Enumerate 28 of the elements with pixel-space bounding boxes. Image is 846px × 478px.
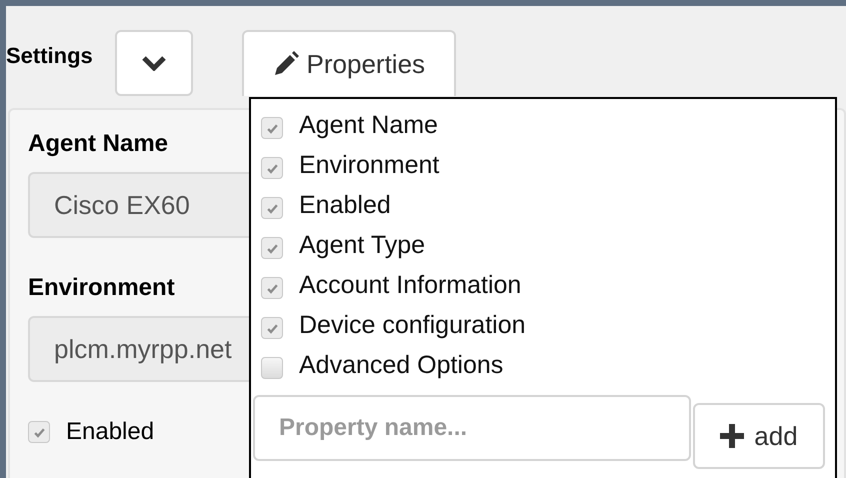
chevron-down-icon bbox=[142, 55, 166, 71]
checkbox[interactable] bbox=[261, 197, 283, 219]
check-icon bbox=[266, 202, 278, 214]
expand-button[interactable] bbox=[114, 30, 193, 96]
pencil-icon bbox=[272, 51, 299, 77]
check-icon bbox=[266, 282, 278, 294]
property-label: Account Information bbox=[299, 270, 522, 300]
plus-icon bbox=[720, 424, 744, 448]
settings-title: Settings bbox=[6, 43, 93, 69]
enabled-label: Enabled bbox=[66, 418, 154, 446]
field-label: Agent Name bbox=[28, 130, 168, 158]
checkbox[interactable] bbox=[261, 157, 283, 179]
add-button[interactable]: add bbox=[693, 403, 825, 469]
check-icon bbox=[32, 426, 46, 438]
check-icon bbox=[266, 122, 278, 134]
field-label: Environment bbox=[28, 274, 175, 302]
checkbox[interactable] bbox=[28, 421, 50, 443]
checkbox[interactable] bbox=[261, 237, 283, 259]
checkbox[interactable] bbox=[261, 277, 283, 299]
checkbox[interactable] bbox=[261, 317, 283, 339]
check-icon bbox=[266, 322, 278, 334]
checkbox[interactable] bbox=[261, 117, 283, 139]
check-icon bbox=[266, 242, 278, 254]
property-name-field[interactable]: Property name... bbox=[253, 395, 691, 461]
checkbox[interactable] bbox=[261, 357, 283, 379]
property-label: Agent Name bbox=[299, 110, 438, 140]
check-icon bbox=[266, 162, 278, 174]
properties-button[interactable]: Properties bbox=[242, 30, 456, 96]
